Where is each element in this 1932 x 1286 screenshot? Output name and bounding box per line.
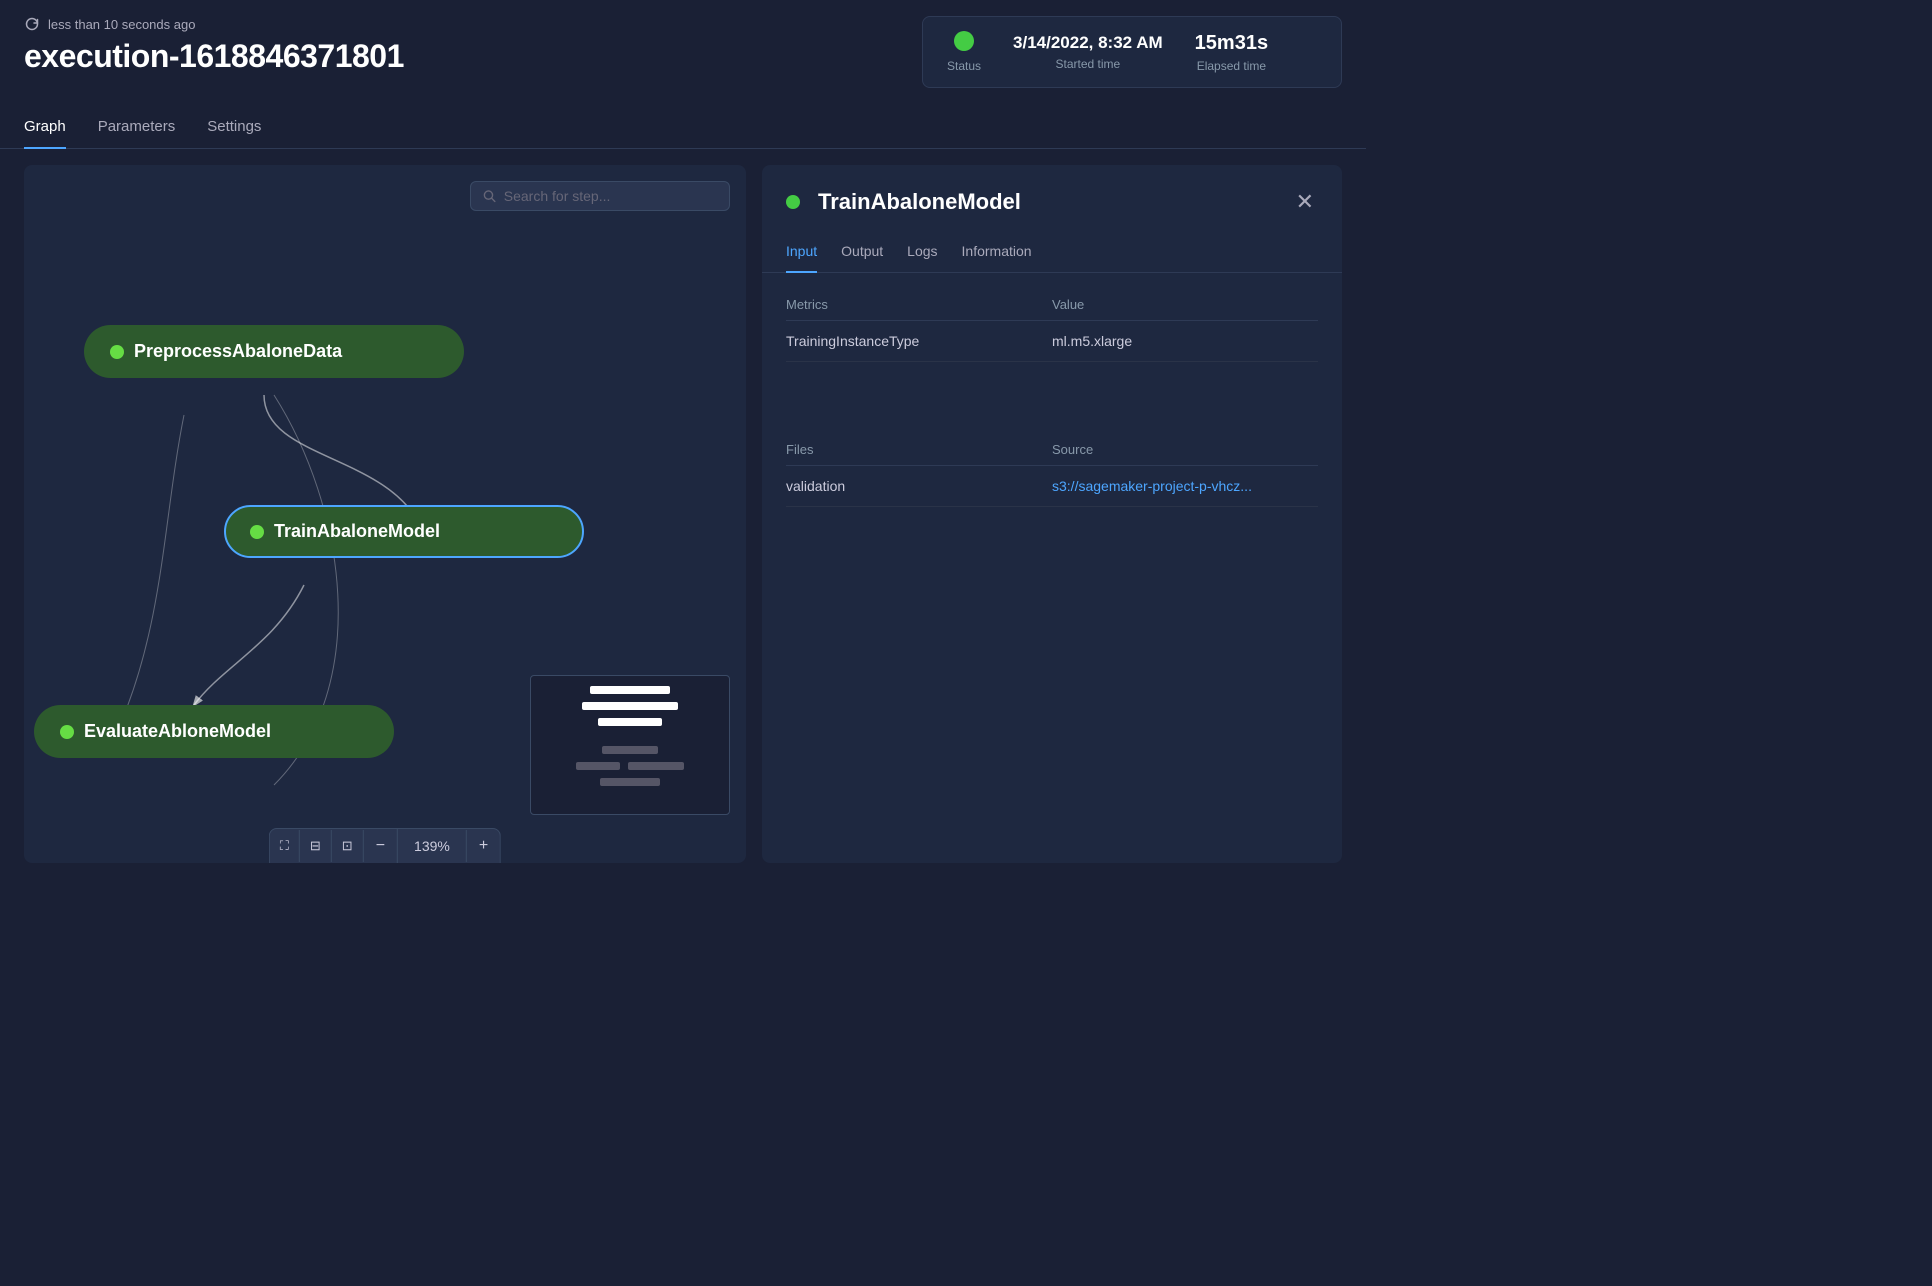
tab-parameters[interactable]: Parameters (98, 108, 176, 149)
tab-settings[interactable]: Settings (207, 108, 261, 149)
info-tab-information[interactable]: Information (962, 235, 1032, 273)
metrics-row-0-col1: TrainingInstanceType (786, 333, 1052, 349)
metrics-row-0: TrainingInstanceType ml.m5.xlarge (786, 321, 1318, 362)
main-content: PreprocessAbaloneData TrainAbaloneModel … (0, 149, 1366, 879)
spacer (786, 386, 1318, 434)
metrics-col2-header: Value (1052, 297, 1318, 312)
files-row-0: validation s3://sagemaker-project-p-vhcz… (786, 466, 1318, 507)
started-time-label: Started time (1056, 57, 1121, 71)
node-evaluate[interactable]: EvaluateAbloneModel (34, 705, 394, 758)
node-label-evaluate: EvaluateAbloneModel (84, 721, 271, 742)
info-tab-output[interactable]: Output (841, 235, 883, 273)
status-dot (954, 31, 974, 51)
status-label: Status (947, 59, 981, 73)
zoom-in-btn[interactable]: + (467, 829, 500, 863)
refresh-icon (24, 16, 40, 32)
node-preprocess[interactable]: PreprocessAbaloneData (84, 325, 464, 378)
graph-canvas: PreprocessAbaloneData TrainAbaloneModel … (24, 165, 746, 863)
node-dot-evaluate (60, 725, 74, 739)
execution-title: execution-1618846371801 (24, 38, 404, 75)
node-label-preprocess: PreprocessAbaloneData (134, 341, 342, 362)
info-tab-input[interactable]: Input (786, 235, 817, 273)
node-dot-train (250, 525, 264, 539)
elapsed-time-label: Elapsed time (1197, 59, 1266, 73)
metrics-section: Metrics Value TrainingInstanceType ml.m5… (786, 289, 1318, 362)
info-panel-header: TrainAbaloneModel ✕ (762, 165, 1342, 219)
zoom-center-btn[interactable]: ⊟ (300, 830, 332, 862)
status-box: Status 3/14/2022, 8:32 AM Started time 1… (922, 16, 1342, 88)
files-header: Files Source (786, 434, 1318, 466)
info-panel-title-text: TrainAbaloneModel (818, 189, 1021, 215)
zoom-lock-btn[interactable]: ⊡ (332, 830, 364, 862)
started-time-value: 3/14/2022, 8:32 AM (1013, 33, 1163, 53)
refresh-label: less than 10 seconds ago (48, 17, 195, 32)
info-panel-tabs: Input Output Logs Information (762, 235, 1342, 273)
files-col2-header: Source (1052, 442, 1318, 457)
zoom-out-btn[interactable]: − (364, 829, 398, 863)
node-train[interactable]: TrainAbaloneModel (224, 505, 584, 558)
zoom-controls: ⛶ ⊟ ⊡ − 139% + (269, 828, 501, 863)
node-label-train: TrainAbaloneModel (274, 521, 440, 542)
status-item-started: 3/14/2022, 8:32 AM Started time (1013, 33, 1163, 71)
zoom-fit-btn[interactable]: ⛶ (270, 830, 300, 862)
zoom-value: 139% (398, 830, 467, 862)
info-panel-title: TrainAbaloneModel (786, 189, 1021, 215)
info-tab-logs[interactable]: Logs (907, 235, 937, 273)
status-item-elapsed: 15m31s Elapsed time (1195, 32, 1268, 73)
node-dot-preprocess (110, 345, 124, 359)
files-col1-header: Files (786, 442, 1052, 457)
files-row-0-col1: validation (786, 478, 1052, 494)
files-row-0-col2[interactable]: s3://sagemaker-project-p-vhcz... (1052, 478, 1318, 494)
elapsed-time-value: 15m31s (1195, 32, 1268, 55)
metrics-header: Metrics Value (786, 289, 1318, 321)
page-header: less than 10 seconds ago execution-16188… (0, 0, 1366, 88)
tab-graph[interactable]: Graph (24, 108, 66, 149)
info-panel: TrainAbaloneModel ✕ Input Output Logs In… (762, 165, 1342, 863)
graph-panel: PreprocessAbaloneData TrainAbaloneModel … (24, 165, 746, 863)
metrics-col1-header: Metrics (786, 297, 1052, 312)
tabs-bar: Graph Parameters Settings (0, 108, 1366, 149)
refresh-row: less than 10 seconds ago (24, 16, 404, 32)
metrics-row-0-col2: ml.m5.xlarge (1052, 333, 1318, 349)
status-item-status: Status (947, 31, 981, 73)
info-panel-close-btn[interactable]: ✕ (1292, 185, 1318, 219)
files-section: Files Source validation s3://sagemaker-p… (786, 434, 1318, 507)
info-panel-status-dot (786, 195, 800, 209)
minimap (530, 675, 730, 815)
info-table: Metrics Value TrainingInstanceType ml.m5… (762, 273, 1342, 863)
